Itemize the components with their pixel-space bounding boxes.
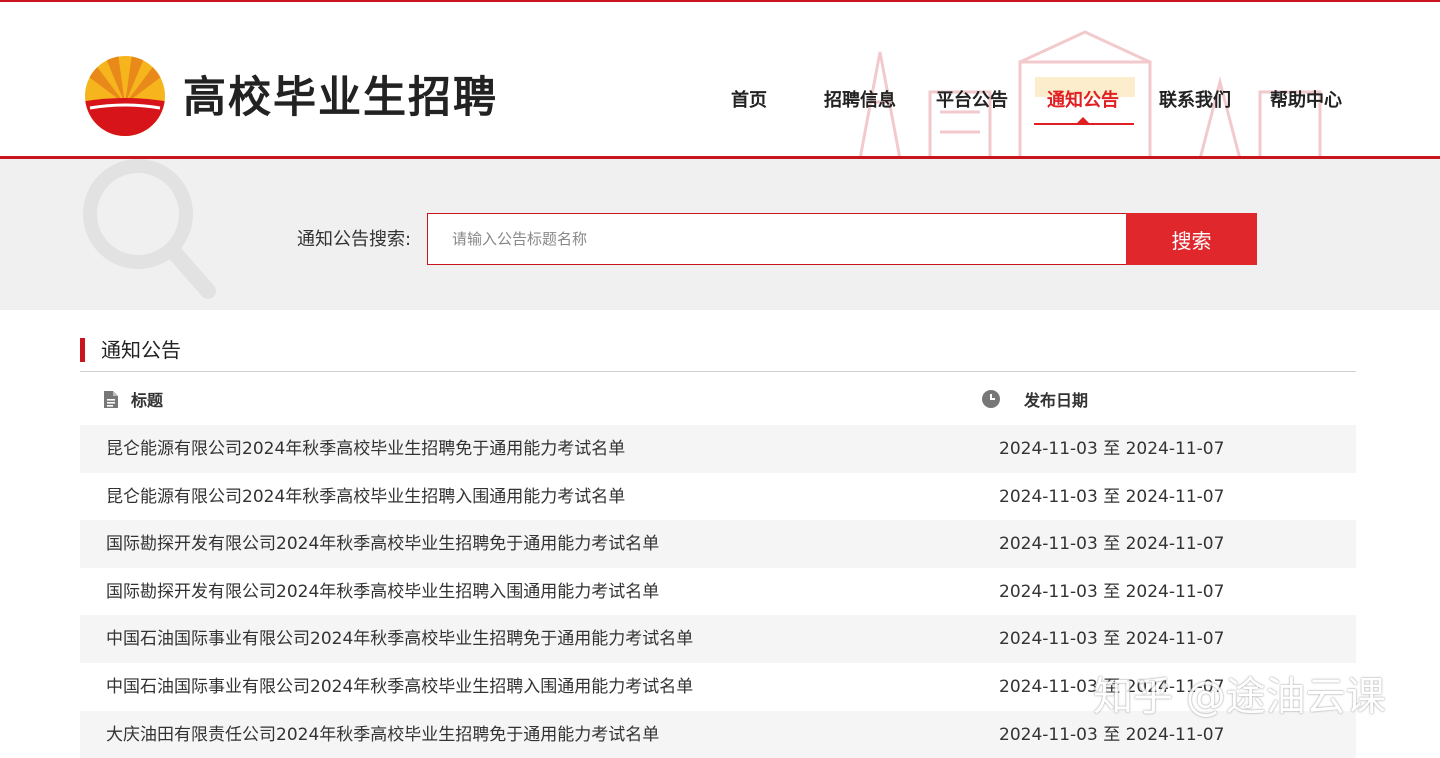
row-title[interactable]: 昆仑能源有限公司2024年秋季高校毕业生招聘免于通用能力考试名单 <box>106 437 625 461</box>
nav-item-help[interactable]: 帮助中心 <box>1270 87 1342 115</box>
search-label: 通知公告搜索: <box>297 229 412 250</box>
nav-item-notices[interactable]: 通知公告 <box>1047 87 1119 115</box>
nav-item-jobs[interactable]: 招聘信息 <box>824 87 896 115</box>
nav-item-platform-announcements[interactable]: 平台公告 <box>936 87 1008 115</box>
search-input[interactable] <box>427 213 1127 265</box>
section-title: 通知公告 <box>80 338 181 362</box>
table-row[interactable]: 国际勘探开发有限公司2024年秋季高校毕业生招聘入围通用能力考试名单 2024-… <box>80 568 1356 616</box>
row-date: 2024-11-03 至 2024-11-07 <box>999 581 1225 602</box>
search-button[interactable]: 搜索 <box>1126 213 1257 265</box>
row-date: 2024-11-03 至 2024-11-07 <box>999 629 1225 650</box>
column-header-title: 标题 <box>131 391 164 410</box>
table-row[interactable]: 国际勘探开发有限公司2024年秋季高校毕业生招聘免于通用能力考试名单 2024-… <box>80 520 1356 568</box>
table-row[interactable]: 昆仑能源有限公司2024年秋季高校毕业生招聘入围通用能力考试名单 2024-11… <box>80 473 1356 521</box>
column-header-date: 发布日期 <box>1024 391 1089 410</box>
nav-active-underline <box>1034 123 1134 125</box>
magnifier-icon <box>83 159 216 299</box>
section-divider <box>80 371 1356 372</box>
row-date: 2024-11-03 至 2024-11-07 <box>999 486 1225 507</box>
row-title[interactable]: 昆仑能源有限公司2024年秋季高校毕业生招聘入围通用能力考试名单 <box>106 485 625 509</box>
row-title[interactable]: 大庆油田有限责任公司2024年秋季高校毕业生招聘免于通用能力考试名单 <box>106 723 659 747</box>
search-band: 通知公告搜索: 搜索 <box>0 159 1440 310</box>
site-header: 高校毕业生招聘 首页 招聘信息 平台公告 通知公告 联系我们 帮助中心 <box>0 2 1440 159</box>
table-row[interactable]: 中国石油国际事业有限公司2024年秋季高校毕业生招聘免于通用能力考试名单 202… <box>80 615 1356 663</box>
table-row[interactable]: 昆仑能源有限公司2024年秋季高校毕业生招聘免于通用能力考试名单 2024-11… <box>80 425 1356 473</box>
row-date: 2024-11-03 至 2024-11-07 <box>999 676 1225 697</box>
row-date: 2024-11-03 至 2024-11-07 <box>999 439 1225 459</box>
row-title[interactable]: 中国石油国际事业有限公司2024年秋季高校毕业生招聘免于通用能力考试名单 <box>106 627 693 651</box>
table-row[interactable]: 中国石油国际事业有限公司2024年秋季高校毕业生招聘入围通用能力考试名单 202… <box>80 663 1356 711</box>
row-title[interactable]: 国际勘探开发有限公司2024年秋季高校毕业生招聘入围通用能力考试名单 <box>106 580 659 604</box>
clock-icon <box>982 390 1000 408</box>
row-title[interactable]: 国际勘探开发有限公司2024年秋季高校毕业生招聘免于通用能力考试名单 <box>106 532 659 556</box>
nav-item-contact[interactable]: 联系我们 <box>1159 87 1231 115</box>
row-date: 2024-11-03 至 2024-11-07 <box>999 534 1225 555</box>
document-icon <box>104 391 118 408</box>
notice-list: 昆仑能源有限公司2024年秋季高校毕业生招聘免于通用能力考试名单 2024-11… <box>80 425 1356 758</box>
row-title[interactable]: 中国石油国际事业有限公司2024年秋季高校毕业生招聘入围通用能力考试名单 <box>106 675 693 699</box>
table-row[interactable]: 大庆油田有限责任公司2024年秋季高校毕业生招聘免于通用能力考试名单 2024-… <box>80 710 1356 758</box>
table-header: 标题 发布日期 <box>80 378 1356 424</box>
row-date: 2024-11-03 至 2024-11-07 <box>999 724 1225 745</box>
nav-item-home[interactable]: 首页 <box>731 87 767 115</box>
main-nav: 首页 招聘信息 平台公告 通知公告 联系我们 帮助中心 <box>0 87 1440 127</box>
